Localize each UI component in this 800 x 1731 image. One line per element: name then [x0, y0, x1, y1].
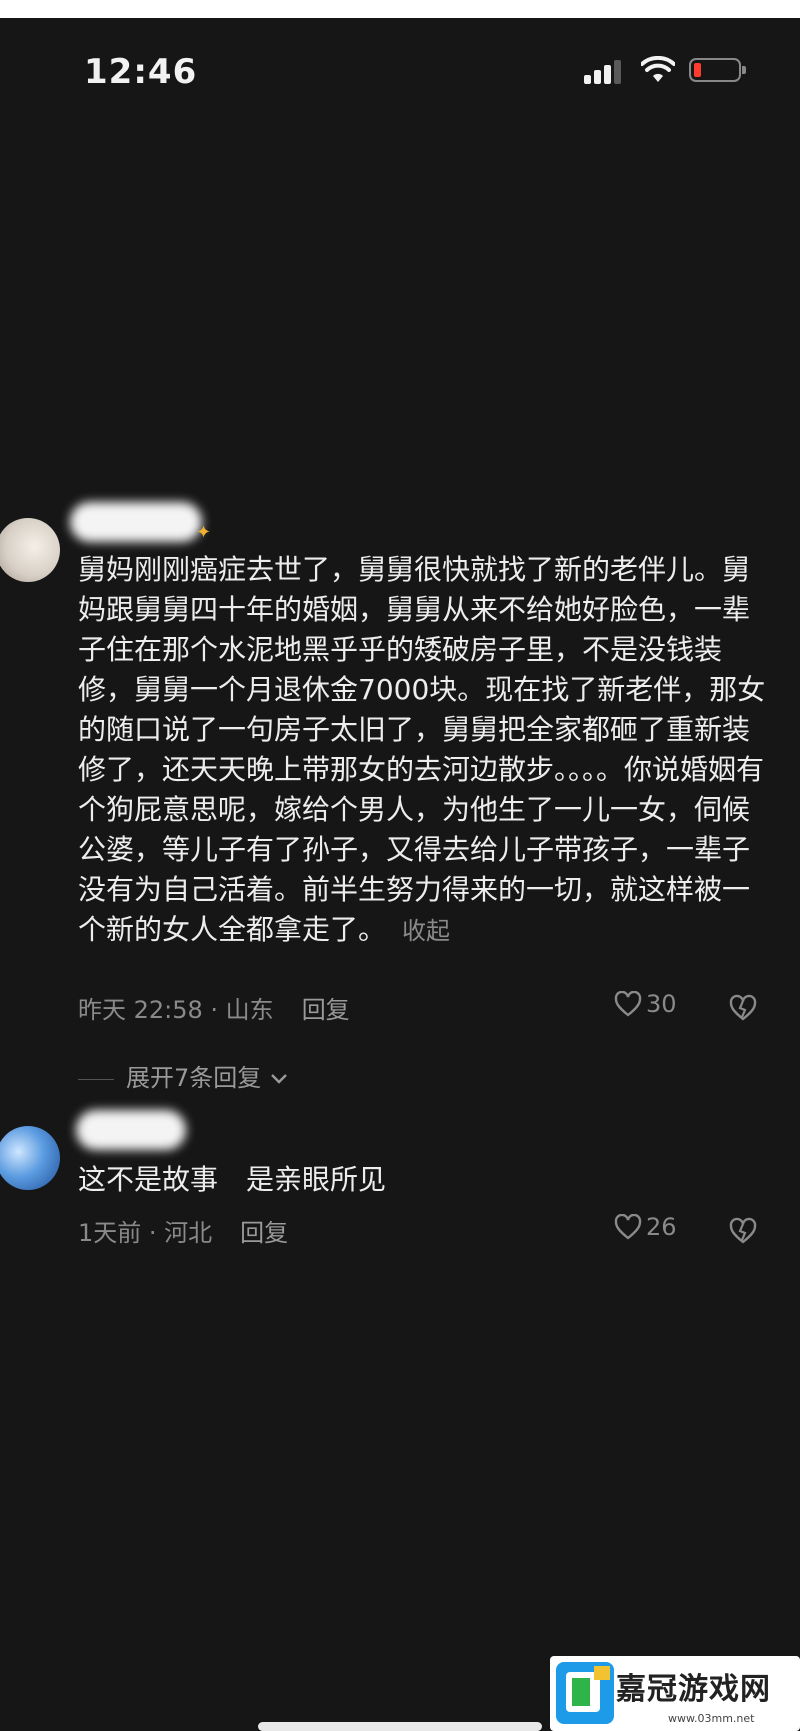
comment-body: 舅妈刚刚癌症去世了，舅舅很快就找了新的老伴儿。舅妈跟舅舅四十年的婚姻，舅舅从来不…	[78, 553, 766, 946]
chevron-down-icon	[271, 1074, 287, 1084]
badge-icon: ✦	[196, 522, 212, 543]
comment-text[interactable]: 这不是故事 是亲眼所见	[78, 1160, 768, 1200]
comment-meta: 昨天 22:58 · 山东 回复	[78, 990, 350, 1025]
expand-replies-button[interactable]: 展开7条回复	[78, 1058, 289, 1093]
dislike-heart-icon[interactable]	[728, 993, 758, 1023]
comment-body: 这不是故事 是亲眼所见	[78, 1163, 387, 1196]
avatar[interactable]	[0, 518, 60, 582]
comment-time-location: 昨天 22:58 · 山东	[78, 996, 274, 1024]
like-count: 26	[646, 1213, 677, 1241]
dislike-heart-icon[interactable]	[728, 1216, 758, 1246]
home-indicator[interactable]	[258, 1722, 542, 1731]
heart-icon	[614, 1213, 642, 1240]
blurred-username[interactable]	[76, 1110, 186, 1150]
watermark: 嘉冠游戏网 www.03mm.net	[550, 1656, 800, 1731]
brand-logo-icon	[556, 1662, 614, 1724]
comment-meta: 1天前 · 河北 回复	[78, 1213, 288, 1248]
comment-text[interactable]: 舅妈刚刚癌症去世了，舅舅很快就找了新的老伴儿。舅妈跟舅舅四十年的婚姻，舅舅从来不…	[78, 550, 768, 990]
like-button[interactable]: 30	[614, 990, 677, 1018]
heart-icon	[614, 990, 642, 1017]
collapse-link[interactable]: 收起	[402, 917, 450, 945]
reply-button[interactable]: 回复	[240, 1219, 288, 1247]
battery-icon	[689, 58, 746, 82]
signal-icon	[584, 58, 626, 84]
avatar[interactable]	[0, 1126, 60, 1190]
watermark-brand: 嘉冠游戏网	[616, 1672, 771, 1707]
app-screen: 12:46 ✦ 舅妈刚刚癌症去世了，舅舅很快就找了新的老伴儿。舅妈跟舅舅四十年的…	[0, 18, 800, 1731]
expand-replies-label: 展开7条回复	[126, 1064, 262, 1092]
status-time: 12:46	[84, 52, 198, 92]
like-count: 30	[646, 990, 677, 1018]
like-button[interactable]: 26	[614, 1213, 677, 1241]
wifi-icon	[641, 56, 675, 82]
reply-button[interactable]: 回复	[302, 996, 350, 1024]
divider	[78, 1078, 114, 1080]
blurred-username[interactable]	[70, 502, 202, 542]
comment-time-location: 1天前 · 河北	[78, 1219, 213, 1247]
watermark-url: www.03mm.net	[668, 1712, 755, 1725]
